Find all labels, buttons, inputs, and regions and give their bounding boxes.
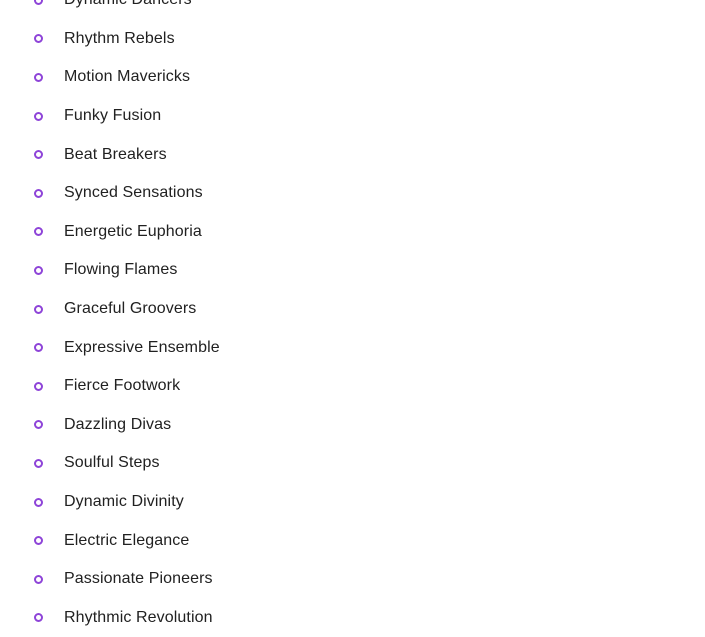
list-viewport: Dynamic Dancers Rhythm Rebels Motion Maver…	[0, 0, 705, 637]
circle-outline-icon	[34, 0, 43, 5]
list-item-label: Fierce Footwork	[64, 377, 181, 395]
team-list: Dynamic Dancers Rhythm Rebels Motion Maver…	[0, 0, 705, 637]
circle-outline-icon	[34, 381, 43, 391]
list-item-label: Expressive Ensemble	[64, 338, 220, 356]
circle-outline-icon	[34, 420, 43, 430]
circle-outline-icon	[34, 343, 43, 353]
list-item[interactable]: Fierce Footwork	[0, 367, 705, 406]
circle-outline-icon	[34, 34, 43, 44]
list-item[interactable]: Dynamic Divinity	[0, 483, 705, 522]
circle-outline-icon	[34, 265, 43, 275]
circle-outline-icon	[34, 150, 43, 160]
circle-outline-icon	[34, 111, 43, 121]
circle-outline-icon	[34, 304, 43, 314]
list-item-label: Dazzling Divas	[64, 415, 172, 433]
list-item[interactable]: Beat Breakers	[0, 135, 705, 174]
list-item-label: Rhythm Rebels	[64, 29, 175, 47]
circle-outline-icon	[34, 574, 43, 584]
list-item-label: Dynamic Dancers	[64, 0, 192, 10]
list-item[interactable]: Expressive Ensemble	[0, 328, 705, 367]
list-item-label: Energetic Euphoria	[64, 222, 202, 240]
list-item[interactable]: Synced Sensations	[0, 174, 705, 213]
list-item[interactable]: Dynamic Dancers	[0, 0, 705, 20]
circle-outline-icon	[34, 458, 43, 468]
list-item-label: Passionate Pioneers	[64, 570, 213, 588]
list-item[interactable]: Energetic Euphoria	[0, 213, 705, 252]
list-item-label: Flowing Flames	[64, 261, 178, 279]
circle-outline-icon	[34, 497, 43, 507]
list-item-label: Dynamic Divinity	[64, 493, 184, 511]
list-item-label: Funky Fusion	[64, 107, 162, 125]
list-item[interactable]: Rhythm Rebels	[0, 20, 705, 59]
list-item-label: Motion Mavericks	[64, 68, 191, 86]
list-item[interactable]: Graceful Groovers	[0, 290, 705, 329]
circle-outline-icon	[34, 613, 43, 623]
list-item[interactable]: Funky Fusion	[0, 97, 705, 136]
circle-outline-icon	[34, 227, 43, 237]
list-item[interactable]: Soulful Steps	[0, 444, 705, 483]
circle-outline-icon	[34, 72, 43, 82]
list-item-label: Graceful Groovers	[64, 300, 197, 318]
list-item[interactable]: Electric Elegance	[0, 521, 705, 560]
list-item-label: Synced Sensations	[64, 184, 203, 202]
list-item-label: Rhythmic Revolution	[64, 608, 213, 626]
list-item-label: Soulful Steps	[64, 454, 160, 472]
list-item-label: Beat Breakers	[64, 145, 167, 163]
list-item[interactable]: Motion Mavericks	[0, 58, 705, 97]
list-item[interactable]: Dazzling Divas	[0, 406, 705, 445]
list-item-label: Electric Elegance	[64, 531, 190, 549]
list-item[interactable]: Flowing Flames	[0, 251, 705, 290]
list-item[interactable]: Rhythmic Revolution	[0, 599, 705, 637]
list-item[interactable]: Passionate Pioneers	[0, 560, 705, 599]
circle-outline-icon	[34, 188, 43, 198]
circle-outline-icon	[34, 536, 43, 546]
